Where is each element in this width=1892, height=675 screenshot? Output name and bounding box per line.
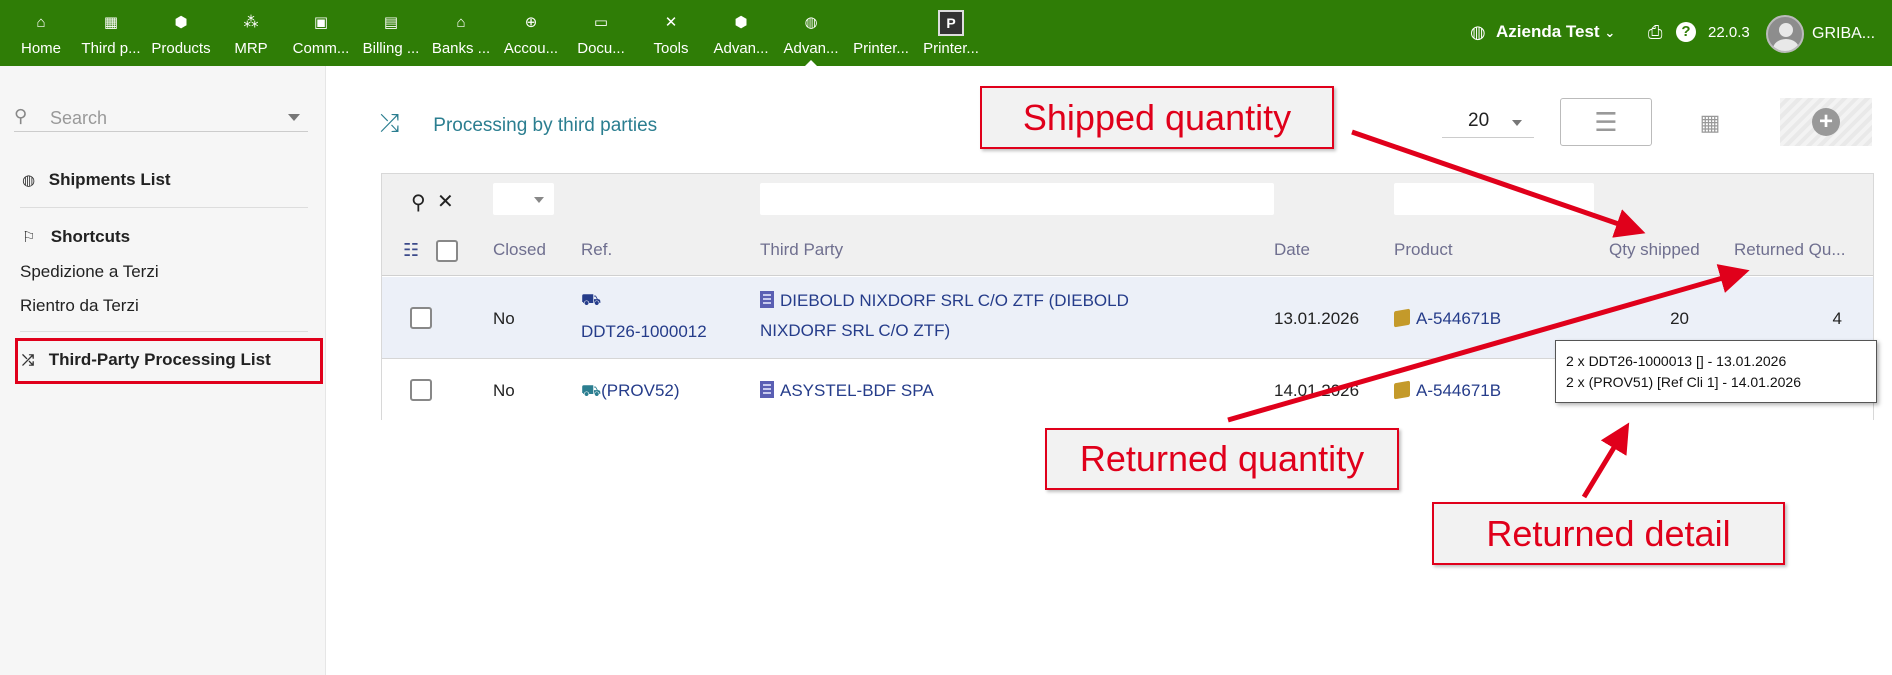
callout-returned-detail: Returned detail <box>1432 502 1785 565</box>
arrow-to-tooltip <box>1581 422 1630 499</box>
callout-shipped-quantity: Shipped quantity <box>980 86 1334 149</box>
annotation-arrows <box>1227 129 1750 499</box>
arrow-to-returned-qty <box>1227 264 1750 423</box>
arrow-to-qty-shipped <box>1351 129 1646 238</box>
callout-returned-quantity: Returned quantity <box>1045 428 1399 490</box>
